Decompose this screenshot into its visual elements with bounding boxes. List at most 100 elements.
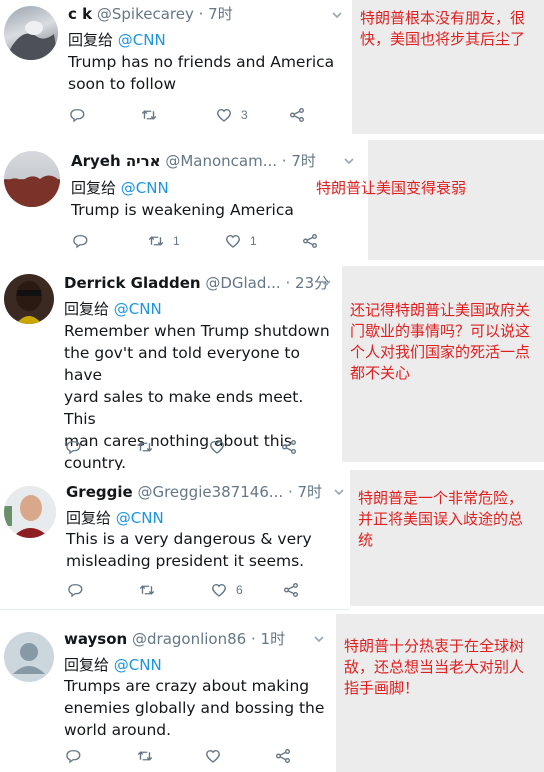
reply-context: 回复给 @CNN: [68, 29, 166, 50]
avatar[interactable]: [4, 274, 54, 324]
reply-to-link[interactable]: @CNN: [121, 179, 169, 197]
tweet-actions: 3: [68, 106, 338, 126]
like-button[interactable]: 6: [210, 581, 243, 599]
tweet-time[interactable]: · 7时: [199, 5, 233, 23]
tweet-time[interactable]: · 1时: [251, 630, 285, 648]
avatar[interactable]: [4, 632, 54, 682]
reply-label: 回复给: [66, 509, 112, 527]
tweet-time[interactable]: · 7时: [282, 152, 316, 170]
share-icon: [284, 583, 298, 597]
reply-button[interactable]: [68, 106, 86, 124]
user-handle[interactable]: @dragonlion86: [132, 630, 246, 648]
translation-note: 还记得特朗普让美国政府关门歇业的事情吗？可以说这个人对我们国家的死活一点都不关心: [342, 266, 544, 462]
reply-to-link[interactable]: @CNN: [114, 300, 162, 318]
tweet-text: This is a very dangerous & very misleadi…: [66, 530, 312, 570]
tweet-text: Trump has no friends and America soon to…: [68, 53, 335, 93]
avatar[interactable]: [4, 486, 56, 538]
tweet-time[interactable]: · 7时: [288, 483, 322, 501]
share-button[interactable]: [282, 581, 300, 599]
heart-icon: [217, 109, 231, 122]
tweet[interactable]: Aryeh אריה @Manoncam... · 7时 回复给 @CNN Tr…: [0, 143, 366, 260]
retweet-button[interactable]: [140, 106, 166, 124]
retweet-icon: [139, 585, 155, 595]
tweet[interactable]: c k @Spikecarey · 7时 回复给 @CNN Trump has …: [0, 0, 352, 140]
avatar-image-icon: [4, 486, 56, 538]
tweet-actions: [64, 438, 324, 458]
reply-context: 回复给 @CNN: [64, 654, 162, 675]
user-name[interactable]: Greggie: [66, 483, 133, 501]
like-button[interactable]: 3: [215, 106, 248, 124]
share-button[interactable]: [280, 438, 298, 456]
tweet[interactable]: Derrick Gladden @DGlad... · 23分 回复给 @CNN…: [0, 262, 340, 472]
reply-label: 回复给: [64, 656, 110, 674]
user-name[interactable]: Aryeh אריה: [71, 152, 161, 170]
retweet-icon: [148, 236, 164, 246]
translation-note: 特朗普让美国变得衰弱: [316, 179, 467, 197]
reply-icon: [73, 235, 88, 249]
reply-to-link[interactable]: @CNN: [118, 31, 166, 49]
retweet-button[interactable]: 1: [147, 232, 180, 250]
chevron-down-icon[interactable]: [333, 486, 345, 498]
reply-label: 回复给: [64, 300, 110, 318]
like-button[interactable]: 1: [224, 232, 257, 250]
translation-note: 特朗普根本没有朋友，很快，美国也将步其后尘了: [352, 0, 544, 134]
user-handle[interactable]: @Spikecarey: [97, 5, 194, 23]
reply-context: 回复给 @CNN: [64, 298, 162, 319]
reply-button[interactable]: [66, 581, 84, 599]
share-icon: [282, 440, 296, 454]
chevron-down-icon[interactable]: [313, 633, 325, 645]
divider: [0, 609, 350, 610]
tweet-text: Trumps are crazy about making enemies gl…: [64, 677, 325, 739]
share-button[interactable]: [288, 106, 306, 124]
reply-to-link[interactable]: @CNN: [114, 656, 162, 674]
tweet-text: Trump is weakening America: [71, 201, 294, 219]
reply-label: 回复给: [68, 31, 114, 49]
reply-button[interactable]: [64, 438, 82, 456]
reply-label: 回复给: [71, 179, 117, 197]
retweet-icon: [137, 751, 153, 761]
retweet-button[interactable]: [138, 581, 164, 599]
user-handle[interactable]: @DGlad...: [205, 274, 280, 292]
heart-icon: [226, 235, 240, 248]
user-handle[interactable]: @Manoncam...: [165, 152, 277, 170]
avatar-image-icon: [4, 175, 60, 207]
share-icon: [276, 749, 290, 763]
reply-button[interactable]: [64, 747, 82, 765]
user-name[interactable]: wayson: [64, 630, 127, 648]
like-button[interactable]: [204, 747, 230, 765]
tweet[interactable]: Greggie @Greggie387146... · 7时 回复给 @CNN …: [0, 470, 350, 608]
tweet[interactable]: wayson @dragonlion86 · 1时 回复给 @CNN Trump…: [0, 614, 336, 772]
tweet-actions: 1 1: [71, 232, 341, 252]
tweet-actions: [64, 747, 314, 767]
user-name[interactable]: c k: [68, 5, 92, 23]
avatar-image-icon: [4, 21, 58, 60]
avatar[interactable]: [4, 6, 58, 60]
like-count: 6: [236, 583, 243, 597]
avatar-image-icon: [16, 281, 42, 324]
retweet-button[interactable]: [136, 438, 162, 456]
like-count: 1: [250, 234, 257, 248]
retweet-icon: [141, 110, 157, 120]
heart-icon: [206, 750, 220, 763]
like-count: 3: [241, 108, 248, 122]
share-icon: [290, 108, 304, 122]
retweet-button[interactable]: [136, 747, 162, 765]
reply-button[interactable]: [71, 232, 89, 250]
heart-icon: [212, 584, 226, 597]
reply-icon: [66, 441, 81, 455]
tweet-actions: 6: [66, 581, 326, 601]
share-button[interactable]: [274, 747, 292, 765]
translation-note: 特朗普十分热衷于在全球树敌，还总想当当老大对别人指手画脚！: [336, 614, 544, 772]
avatar[interactable]: [4, 151, 60, 207]
user-name[interactable]: Derrick Gladden: [64, 274, 201, 292]
reply-to-link[interactable]: @CNN: [116, 509, 164, 527]
reply-context: 回复给 @CNN: [71, 177, 169, 198]
like-button[interactable]: [208, 438, 234, 456]
retweet-icon: [137, 442, 153, 452]
heart-icon: [210, 441, 224, 454]
translation-note: 特朗普是一个非常危险，并正将美国误入歧途的总统: [350, 470, 544, 606]
reply-context: 回复给 @CNN: [66, 507, 164, 528]
chevron-down-icon[interactable]: [331, 9, 343, 21]
user-handle[interactable]: @Greggie387146...: [137, 483, 283, 501]
chevron-down-icon[interactable]: [320, 277, 332, 289]
